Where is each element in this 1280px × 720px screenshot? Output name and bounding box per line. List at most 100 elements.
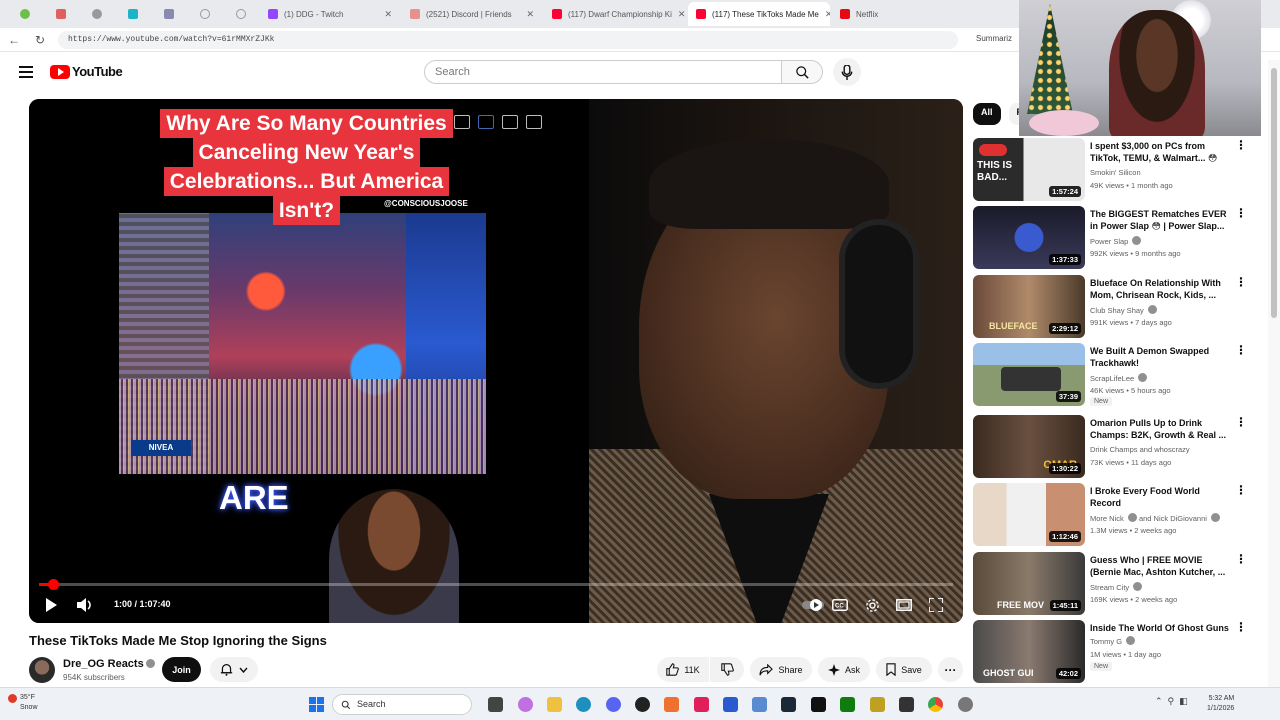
more-vert-icon[interactable]: ⋮ <box>1235 139 1247 151</box>
close-tab-icon[interactable]: ✕ <box>526 9 534 20</box>
pinned-tab[interactable] <box>116 3 150 25</box>
recommendation-item[interactable]: FREE MOV 1:45:11 Guess Who | FREE MOVIE … <box>973 552 1263 616</box>
app-icon[interactable] <box>870 697 885 712</box>
xbox-icon[interactable] <box>840 697 855 712</box>
recommendation-channel[interactable]: More Nick <box>1090 514 1124 523</box>
recommendation-title[interactable]: The BIGGEST Rematches EVER in Power Slap… <box>1090 208 1230 232</box>
browser-tab[interactable]: Netflix <box>832 2 952 26</box>
close-tab-icon[interactable]: ✕ <box>678 9 686 20</box>
discord-icon[interactable] <box>606 697 621 712</box>
theater-mode-button[interactable] <box>894 597 914 613</box>
more-vert-icon[interactable]: ⋮ <box>1235 344 1247 356</box>
edit-icon[interactable] <box>502 115 518 129</box>
tiktok-icon[interactable] <box>694 697 709 712</box>
recommendation-channel-row[interactable]: More Nick and Nick DiGiovanni <box>1090 513 1220 523</box>
app-icon[interactable] <box>899 697 914 712</box>
pinned-tab[interactable] <box>224 3 258 25</box>
dislike-button[interactable] <box>710 657 744 682</box>
summarize-extension[interactable]: Summariz <box>976 34 1012 43</box>
fullscreen-button[interactable] <box>926 597 946 613</box>
recommendation-title[interactable]: Guess Who | FREE MOVIE (Bernie Mac, Asht… <box>1090 554 1230 578</box>
captions-button[interactable]: CC <box>830 597 850 613</box>
recommendation-item[interactable]: 1:12:46 I Broke Every Food World Record … <box>973 483 1263 547</box>
channel-name[interactable]: Dre_OG Reacts <box>63 658 144 670</box>
pinned-tab[interactable] <box>80 3 114 25</box>
video-thumbnail[interactable]: GHOST GUI 42:02 <box>973 620 1085 683</box>
more-actions-button[interactable]: ··· <box>938 657 963 682</box>
file-explorer-icon[interactable] <box>547 697 562 712</box>
browser-tab[interactable]: (117) Dwarf Championship Ki ✕ <box>544 2 686 26</box>
recommendation-channel-row[interactable]: Power Slap <box>1090 236 1142 246</box>
settings-button[interactable] <box>862 597 882 613</box>
recommendation-title[interactable]: Blueface On Relationship With Mom, Chris… <box>1090 277 1230 301</box>
recommendation-title[interactable]: Inside The World Of Ghost Guns <box>1090 622 1230 634</box>
recommendation-channel[interactable]: ScrapLifeLee <box>1090 374 1134 383</box>
search-input[interactable]: Search <box>424 60 782 84</box>
settings-icon[interactable] <box>958 697 973 712</box>
recommendation-item[interactable]: BLUEFACE 2:29:12 Blueface On Relationshi… <box>973 275 1263 339</box>
recommendation-channel-row[interactable]: Club Shay Shay <box>1090 305 1157 315</box>
recommendation-channel[interactable]: Tommy G <box>1090 637 1122 646</box>
channel-name-row[interactable]: Dre_OG Reacts <box>63 658 155 670</box>
play-button[interactable] <box>41 597 61 613</box>
youtube-logo[interactable]: YouTube <box>50 64 123 79</box>
more-vert-icon[interactable]: ⋮ <box>1235 207 1247 219</box>
recommendation-title[interactable]: I Broke Every Food World Record <box>1090 485 1230 509</box>
video-thumbnail[interactable]: 1:37:33 <box>973 206 1085 269</box>
app-icon[interactable] <box>752 697 767 712</box>
system-tray-icons[interactable]: ⌃ ⚲ ◧ <box>1155 696 1188 707</box>
recommendation-channel-row[interactable]: ScrapLifeLee <box>1090 373 1148 383</box>
pip-icon[interactable] <box>478 115 494 129</box>
search-button[interactable] <box>781 60 823 84</box>
video-thumbnail[interactable]: 1:12:46 <box>973 483 1085 546</box>
more-vert-icon[interactable]: ⋮ <box>1235 484 1247 496</box>
chrome-icon[interactable] <box>928 697 943 712</box>
recommendation-channel[interactable]: Smokin' Silicon <box>1090 168 1141 177</box>
video-thumbnail[interactable]: THIS IS BAD... 1:57:24 <box>973 138 1085 201</box>
recommendation-title[interactable]: We Built A Demon Swapped Trackhawk! <box>1090 345 1230 369</box>
miniplayer-icon[interactable] <box>454 115 470 129</box>
close-tab-icon[interactable]: ✕ <box>384 9 392 20</box>
video-thumbnail[interactable]: BLUEFACE 2:29:12 <box>973 275 1085 338</box>
recommendation-channel-secondary[interactable]: and Nick DiGiovanni <box>1139 514 1207 523</box>
page-scrollbar[interactable] <box>1268 60 1280 687</box>
pinned-tab[interactable] <box>152 3 186 25</box>
voice-search-button[interactable] <box>833 58 861 86</box>
menu-icon[interactable] <box>19 66 33 78</box>
channel-avatar[interactable] <box>29 657 55 683</box>
back-icon[interactable]: ← <box>6 33 22 47</box>
browser-tab[interactable]: (1) DDG - Twitch ✕ <box>260 2 400 26</box>
volume-button[interactable] <box>75 597 95 613</box>
recommendation-title[interactable]: I spent $3,000 on PCs from TikTok, TEMU,… <box>1090 140 1230 164</box>
recommendation-channel[interactable]: Stream City <box>1090 583 1129 592</box>
like-button[interactable]: 11K <box>657 657 709 682</box>
translate-icon[interactable] <box>526 115 542 129</box>
app-icon[interactable] <box>723 697 738 712</box>
obs-icon[interactable] <box>635 697 650 712</box>
recommendation-item[interactable]: 37:39 We Built A Demon Swapped Trackhawk… <box>973 343 1263 407</box>
pinned-tab[interactable] <box>188 3 222 25</box>
windows-start-icon[interactable] <box>309 697 324 712</box>
join-button[interactable]: Join <box>162 657 201 682</box>
autoplay-toggle[interactable] <box>801 597 825 613</box>
taskbar-search[interactable]: Search <box>332 694 472 715</box>
weather-widget[interactable]: 35°F Snow <box>20 693 38 713</box>
reload-icon[interactable]: ↻ <box>32 33 48 47</box>
video-player[interactable]: NIVEA Why Are So Many Countries Cancelin… <box>29 99 963 623</box>
taskbar-clock[interactable]: 5:32 AM 1/1/2026 <box>1207 694 1234 714</box>
recommendation-item[interactable]: OMAR 1:30:22 Omarion Pulls Up to Drink C… <box>973 415 1263 479</box>
recommendation-channel[interactable]: Drink Champs and whoscrazy <box>1090 445 1190 454</box>
browser-tab-active[interactable]: (117) These TikToks Made Me ✕ <box>688 2 830 26</box>
tiktok-icon[interactable] <box>811 697 826 712</box>
recommendation-item[interactable]: THIS IS BAD... 1:57:24 I spent $3,000 on… <box>973 138 1263 202</box>
more-vert-icon[interactable]: ⋮ <box>1235 416 1247 428</box>
recommendation-channel-row[interactable]: Stream City <box>1090 582 1143 592</box>
ask-button[interactable]: Ask <box>818 657 870 682</box>
app-icon[interactable] <box>664 697 679 712</box>
share-button[interactable]: Share <box>750 657 812 682</box>
pinned-tab[interactable] <box>44 3 78 25</box>
url-field[interactable]: https://www.youtube.com/watch?v=61rMMXrZ… <box>58 30 958 49</box>
subscribed-notifications-button[interactable] <box>210 657 258 682</box>
recommendation-item[interactable]: 1:37:33 The BIGGEST Rematches EVER in Po… <box>973 206 1263 270</box>
more-vert-icon[interactable]: ⋮ <box>1235 621 1247 633</box>
